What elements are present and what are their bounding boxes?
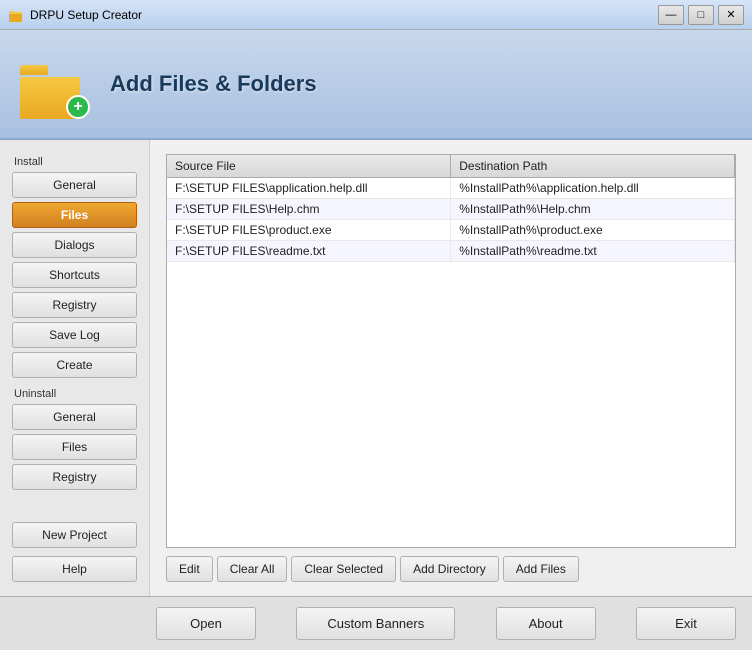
install-label: Install xyxy=(12,156,137,168)
main-content: Install General Files Dialogs Shortcuts … xyxy=(0,140,752,596)
app-icon xyxy=(8,7,24,23)
titlebar-left: DRPU Setup Creator xyxy=(8,7,142,23)
folder-tab xyxy=(20,65,48,75)
dest-cell: %InstallPath%\readme.txt xyxy=(451,241,735,262)
sidebar-bottom: New Project Help xyxy=(12,522,137,586)
sidebar: Install General Files Dialogs Shortcuts … xyxy=(0,140,150,596)
sidebar-item-dialogs[interactable]: Dialogs xyxy=(12,232,137,258)
source-cell: F:\SETUP FILES\Help.chm xyxy=(167,199,451,220)
titlebar: DRPU Setup Creator — □ ✕ xyxy=(0,0,752,30)
titlebar-controls: — □ ✕ xyxy=(658,5,744,25)
header-icon: + xyxy=(20,49,90,119)
table-row[interactable]: F:\SETUP FILES\readme.txt %InstallPath%\… xyxy=(167,241,735,262)
add-directory-button[interactable]: Add Directory xyxy=(400,556,499,582)
action-buttons: Edit Clear All Clear Selected Add Direct… xyxy=(166,556,736,582)
content-area: Source File Destination Path F:\SETUP FI… xyxy=(150,140,752,596)
header-title: Add Files & Folders xyxy=(110,71,317,97)
sidebar-item-registry-install[interactable]: Registry xyxy=(12,292,137,318)
table-row[interactable]: F:\SETUP FILES\product.exe %InstallPath%… xyxy=(167,220,735,241)
help-button[interactable]: Help xyxy=(12,556,137,582)
uninstall-label: Uninstall xyxy=(12,388,137,400)
header-area: + Add Files & Folders xyxy=(0,30,752,140)
maximize-button[interactable]: □ xyxy=(688,5,714,25)
source-cell: F:\SETUP FILES\application.help.dll xyxy=(167,178,451,199)
col-dest: Destination Path xyxy=(451,155,735,178)
sidebar-item-files-install[interactable]: Files xyxy=(12,202,137,228)
sidebar-item-shortcuts[interactable]: Shortcuts xyxy=(12,262,137,288)
minimize-button[interactable]: — xyxy=(658,5,684,25)
source-cell: F:\SETUP FILES\product.exe xyxy=(167,220,451,241)
about-button[interactable]: About xyxy=(496,607,596,640)
sidebar-item-save-log[interactable]: Save Log xyxy=(12,322,137,348)
source-cell: F:\SETUP FILES\readme.txt xyxy=(167,241,451,262)
add-circle-icon: + xyxy=(66,95,90,119)
sidebar-item-registry-uninstall[interactable]: Registry xyxy=(12,464,137,490)
col-source: Source File xyxy=(167,155,451,178)
table-row[interactable]: F:\SETUP FILES\Help.chm %InstallPath%\He… xyxy=(167,199,735,220)
sidebar-item-files-uninstall[interactable]: Files xyxy=(12,434,137,460)
table-row[interactable]: F:\SETUP FILES\application.help.dll %Ins… xyxy=(167,178,735,199)
sidebar-item-create[interactable]: Create xyxy=(12,352,137,378)
file-table-container: Source File Destination Path F:\SETUP FI… xyxy=(166,154,736,548)
sidebar-item-general-install[interactable]: General xyxy=(12,172,137,198)
new-project-button[interactable]: New Project xyxy=(12,522,137,548)
dest-cell: %InstallPath%\Help.chm xyxy=(451,199,735,220)
clear-selected-button[interactable]: Clear Selected xyxy=(291,556,396,582)
edit-button[interactable]: Edit xyxy=(166,556,213,582)
close-button[interactable]: ✕ xyxy=(718,5,744,25)
dest-cell: %InstallPath%\product.exe xyxy=(451,220,735,241)
exit-button[interactable]: Exit xyxy=(636,607,736,640)
window-title: DRPU Setup Creator xyxy=(30,8,142,22)
open-button[interactable]: Open xyxy=(156,607,256,640)
bottom-nav: Open Custom Banners About Exit xyxy=(0,596,752,650)
clear-all-button[interactable]: Clear All xyxy=(217,556,288,582)
bottom-nav-inner: Open Custom Banners About Exit xyxy=(16,607,736,640)
sidebar-item-general-uninstall[interactable]: General xyxy=(12,404,137,430)
custom-banners-button[interactable]: Custom Banners xyxy=(296,607,455,640)
add-files-button[interactable]: Add Files xyxy=(503,556,579,582)
file-table: Source File Destination Path F:\SETUP FI… xyxy=(167,155,735,262)
dest-cell: %InstallPath%\application.help.dll xyxy=(451,178,735,199)
